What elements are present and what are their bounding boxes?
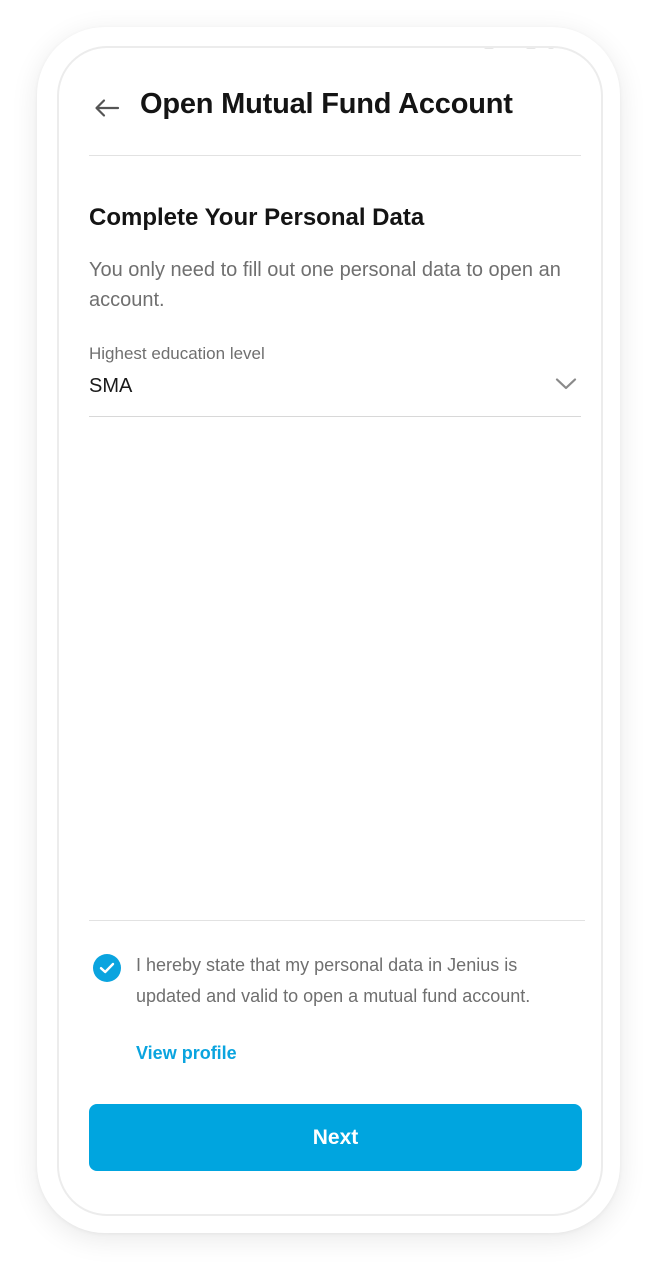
app-header: Open Mutual Fund Account: [59, 48, 601, 158]
arrow-left-icon: [95, 99, 120, 117]
education-level-value: SMA: [89, 375, 133, 397]
header-divider: [89, 155, 581, 156]
education-level-label: Highest education level: [89, 344, 265, 363]
chevron-down-icon: [555, 378, 577, 390]
footer-divider: [89, 920, 585, 921]
section-description: You only need to fill out one personal d…: [89, 259, 561, 311]
view-profile-link[interactable]: View profile: [136, 1043, 237, 1064]
back-button[interactable]: [89, 90, 125, 126]
next-button[interactable]: Next: [89, 1104, 582, 1171]
section-title: Complete Your Personal Data: [89, 204, 425, 231]
education-level-dropdown[interactable]: Highest education level SMA: [89, 343, 581, 417]
page-title: Open Mutual Fund Account: [140, 88, 513, 120]
consent-statement: I hereby state that my personal data in …: [136, 955, 531, 1006]
check-icon: [99, 962, 115, 974]
app-screen: Open Mutual Fund Account Complete Your P…: [57, 46, 603, 1216]
consent-checkbox[interactable]: [93, 954, 121, 982]
